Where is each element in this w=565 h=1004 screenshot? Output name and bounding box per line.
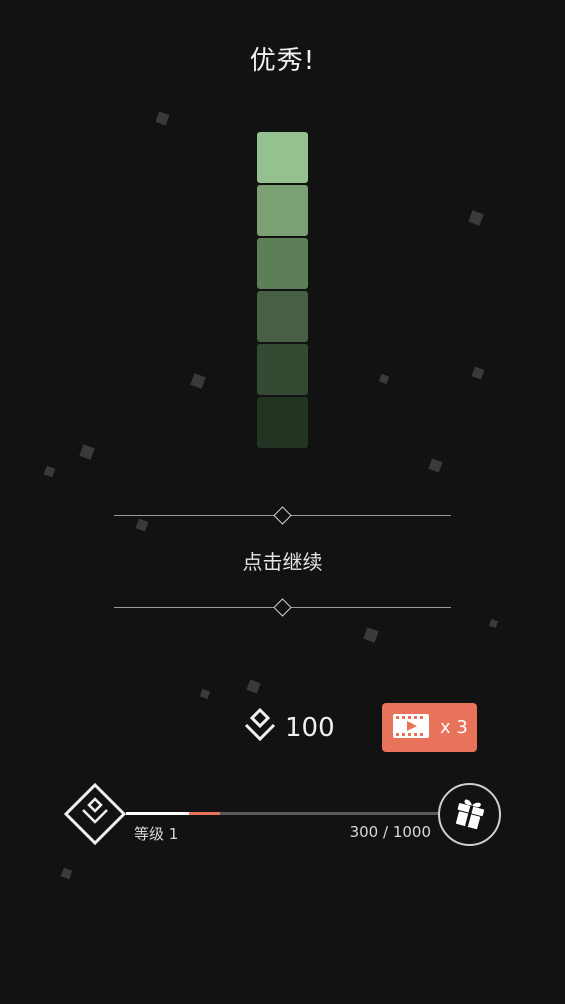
confetti-piece bbox=[378, 373, 390, 385]
xp-progress-fill bbox=[126, 812, 189, 815]
diamond-ornament-icon bbox=[273, 598, 292, 617]
gift-button[interactable] bbox=[438, 783, 501, 846]
confetti-piece bbox=[428, 458, 443, 473]
diamond-ornament-icon bbox=[273, 506, 292, 525]
confetti-piece bbox=[363, 627, 379, 643]
confetti-piece bbox=[79, 444, 95, 460]
confetti-piece bbox=[60, 867, 73, 880]
currency-amount: 100 bbox=[285, 713, 335, 743]
xp-progress-bar bbox=[126, 812, 440, 815]
xp-label: 300 / 1000 bbox=[349, 823, 431, 841]
tap-to-continue-button[interactable]: 点击继续 bbox=[0, 546, 565, 575]
color-swatch bbox=[257, 238, 308, 289]
currency-display: 100 bbox=[243, 707, 335, 748]
confetti-piece bbox=[246, 679, 261, 694]
result-title: 优秀! bbox=[249, 46, 316, 76]
color-swatch bbox=[257, 291, 308, 342]
color-swatch bbox=[257, 397, 308, 448]
confetti-piece bbox=[199, 688, 211, 700]
confetti-piece bbox=[489, 619, 498, 628]
level-diamond-icon bbox=[63, 782, 127, 846]
reward-multiplier: x 3 bbox=[440, 717, 468, 738]
divider-bottom bbox=[114, 598, 451, 617]
gem-stack-icon bbox=[243, 707, 277, 748]
confetti-piece bbox=[468, 210, 484, 226]
divider-top bbox=[114, 506, 451, 525]
gift-icon bbox=[452, 795, 488, 835]
color-swatch bbox=[257, 344, 308, 395]
confetti-piece bbox=[135, 518, 149, 532]
color-swatch bbox=[257, 185, 308, 236]
level-label: 等级 1 bbox=[134, 825, 179, 843]
color-swatch bbox=[257, 132, 308, 183]
xp-gain-fill bbox=[189, 812, 220, 815]
confetti-piece bbox=[43, 465, 56, 478]
confetti-piece bbox=[471, 366, 485, 380]
watch-video-multiplier-button[interactable]: x 3 bbox=[382, 703, 477, 752]
confetti-piece bbox=[155, 111, 170, 126]
confetti-piece bbox=[190, 373, 206, 389]
color-gradient-column bbox=[257, 132, 308, 450]
film-play-icon bbox=[392, 713, 430, 743]
